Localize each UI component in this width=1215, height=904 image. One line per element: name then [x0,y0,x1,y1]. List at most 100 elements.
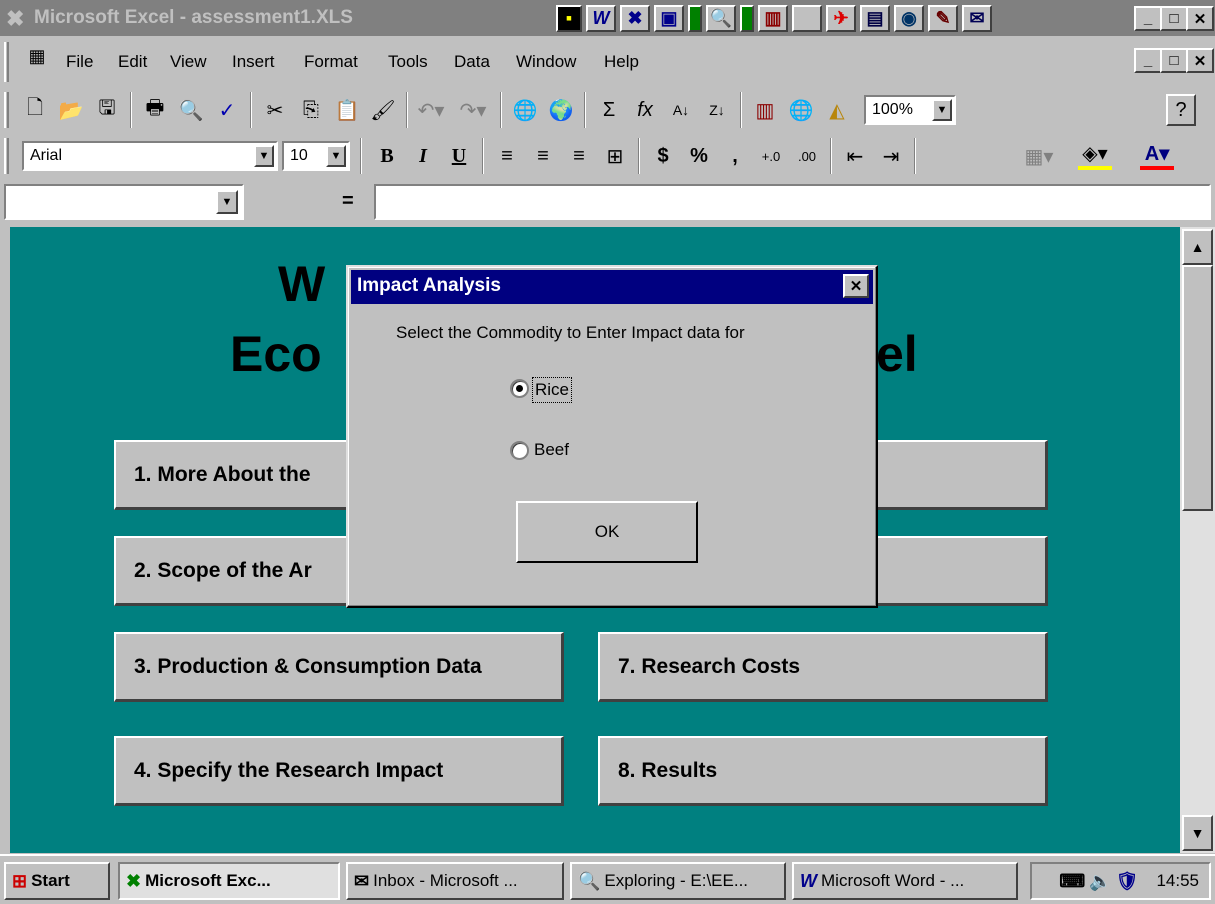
chevron-down-icon[interactable]: ▼ [326,145,346,167]
fill-color-icon[interactable]: ◈▾ [1078,140,1112,170]
copy-icon[interactable]: ⎘ [294,94,328,126]
scroll-down-icon[interactable]: ▼ [1182,815,1213,851]
merge-center-icon[interactable]: ⊞ [598,140,632,172]
dialog-close-button[interactable]: ✕ [843,274,869,298]
powerpoint-shortcut-icon[interactable]: ▣ [654,5,684,32]
menu-format[interactable]: Format [304,52,358,72]
task-explorer[interactable]: 🔍 Exploring - E:\EE... [570,862,786,900]
find-shortcut-icon[interactable]: ◉ [894,5,924,32]
menubar-grip[interactable] [4,42,9,82]
task-excel[interactable]: ✖ Microsoft Exc... [118,862,340,900]
web-toolbar-icon[interactable]: 🌍 [544,94,578,126]
scroll-thumb[interactable] [1182,265,1213,511]
word-shortcut-icon[interactable]: W [586,5,616,32]
vertical-scrollbar[interactable]: ▲ ▼ [1180,227,1215,853]
name-box[interactable]: ▼ [4,184,244,220]
cut-icon[interactable]: ✂ [258,94,292,126]
chevron-down-icon[interactable]: ▼ [932,99,952,121]
comma-button[interactable]: , [718,140,752,172]
menu-edit[interactable]: Edit [118,52,147,72]
font-combo[interactable]: Arial ▼ [22,141,278,171]
italic-button[interactable]: I [406,140,440,172]
toolbar-grip[interactable] [4,92,9,128]
maximize-button[interactable]: □ [1160,6,1188,31]
drawing-icon[interactable]: ◭ [820,94,854,126]
font-color-icon[interactable]: A▾ [1140,140,1174,170]
percent-button[interactable]: % [682,140,716,172]
excel-app-icon[interactable]: ✖ [6,6,24,32]
paste-function-icon[interactable]: fx [628,94,662,126]
align-right-icon[interactable]: ≡ [562,140,596,172]
menu-file[interactable]: File [66,52,93,72]
formula-input[interactable] [374,184,1211,220]
doc-close-button[interactable]: ✕ [1186,48,1214,73]
ok-button[interactable]: OK [516,501,698,563]
menu-window[interactable]: Window [516,52,576,72]
new-icon[interactable]: 🗋 [18,94,52,126]
increase-decimal-icon[interactable]: +.0 [754,140,788,172]
research-impact-button[interactable]: 4. Specify the Research Impact [114,736,564,806]
close-button[interactable]: ✕ [1186,6,1214,31]
chart-wizard-icon[interactable]: ▥ [748,94,782,126]
decrease-decimal-icon[interactable]: .00 [790,140,824,172]
map-icon[interactable]: 🌐 [784,94,818,126]
borders-icon[interactable]: ▦▾ [1022,140,1056,172]
insert-hyperlink-icon[interactable]: 🌐 [508,94,542,126]
production-consumption-button[interactable]: 3. Production & Consumption Data [114,632,564,702]
people-shortcut-icon[interactable]: ☻ [792,5,822,32]
align-center-icon[interactable]: ≡ [526,140,560,172]
keyboard-icon[interactable]: ⌨ [1059,871,1085,892]
menu-insert[interactable]: Insert [232,52,275,72]
minimize-button[interactable]: _ [1134,6,1162,31]
underline-button[interactable]: U [442,140,476,172]
toolbar-grip[interactable] [4,138,9,174]
autosum-icon[interactable]: Σ [592,94,626,126]
excel-shortcut-icon[interactable]: ✖ [620,5,650,32]
currency-button[interactable]: $ [646,140,680,172]
bold-button[interactable]: B [370,140,404,172]
menu-help[interactable]: Help [604,52,639,72]
task-word[interactable]: W Microsoft Word - ... [792,862,1018,900]
spelling-icon[interactable]: ✓ [210,94,244,126]
antivirus-icon[interactable]: 🛡 [1116,871,1139,892]
open-icon[interactable]: 📂 [54,94,88,126]
radio-beef[interactable]: Beef [508,437,588,467]
save-icon[interactable]: 🖫 [90,94,124,126]
increase-indent-icon[interactable]: ⇥ [874,140,908,172]
doc-restore-button[interactable]: □ [1160,48,1188,73]
font-size-combo[interactable]: 10 ▼ [282,141,350,171]
start-button[interactable]: ⊞ Start [4,862,110,900]
chevron-down-icon[interactable]: ▼ [216,190,238,214]
radio-rice[interactable]: Rice [508,375,588,405]
chevron-down-icon[interactable]: ▼ [254,145,274,167]
acrobat-shortcut-icon[interactable]: ✈ [826,5,856,32]
window-shortcut-icon[interactable]: ▤ [860,5,890,32]
decrease-indent-icon[interactable]: ⇤ [838,140,872,172]
edit-formula-button[interactable]: = [342,190,354,213]
print-preview-icon[interactable]: 🔍 [174,94,208,126]
menu-tools[interactable]: Tools [388,52,428,72]
print-icon[interactable]: 🖶 [138,94,172,126]
zoom-combo[interactable]: 100% ▼ [864,95,956,125]
undo-icon[interactable]: ↶▾ [414,94,448,126]
task-inbox[interactable]: ✉ Inbox - Microsoft ... [346,862,564,900]
doc-minimize-button[interactable]: _ [1134,48,1162,73]
align-left-icon[interactable]: ≡ [490,140,524,172]
radio-circle-icon[interactable] [510,379,529,398]
explorer-shortcut-icon[interactable]: 🔍 [706,5,736,32]
redo-icon[interactable]: ↷▾ [456,94,490,126]
office-shortcut-icon[interactable]: ▪ [556,5,582,32]
menu-view[interactable]: View [170,52,207,72]
results-button[interactable]: 8. Results [598,736,1048,806]
help-icon[interactable]: ? [1166,94,1196,126]
paint-shortcut-icon[interactable]: ✎ [928,5,958,32]
volume-icon[interactable]: 🔈 [1089,871,1111,892]
sort-descending-icon[interactable]: Z↓ [700,94,734,126]
research-costs-button[interactable]: 7. Research Costs [598,632,1048,702]
menu-data[interactable]: Data [454,52,490,72]
format-painter-icon[interactable]: 🖌 [366,94,400,126]
scroll-up-icon[interactable]: ▲ [1182,229,1213,265]
workbook-icon[interactable]: ▦ [22,46,52,74]
sort-ascending-icon[interactable]: A↓ [664,94,698,126]
inbox-shortcut-icon[interactable]: ✉ [962,5,992,32]
